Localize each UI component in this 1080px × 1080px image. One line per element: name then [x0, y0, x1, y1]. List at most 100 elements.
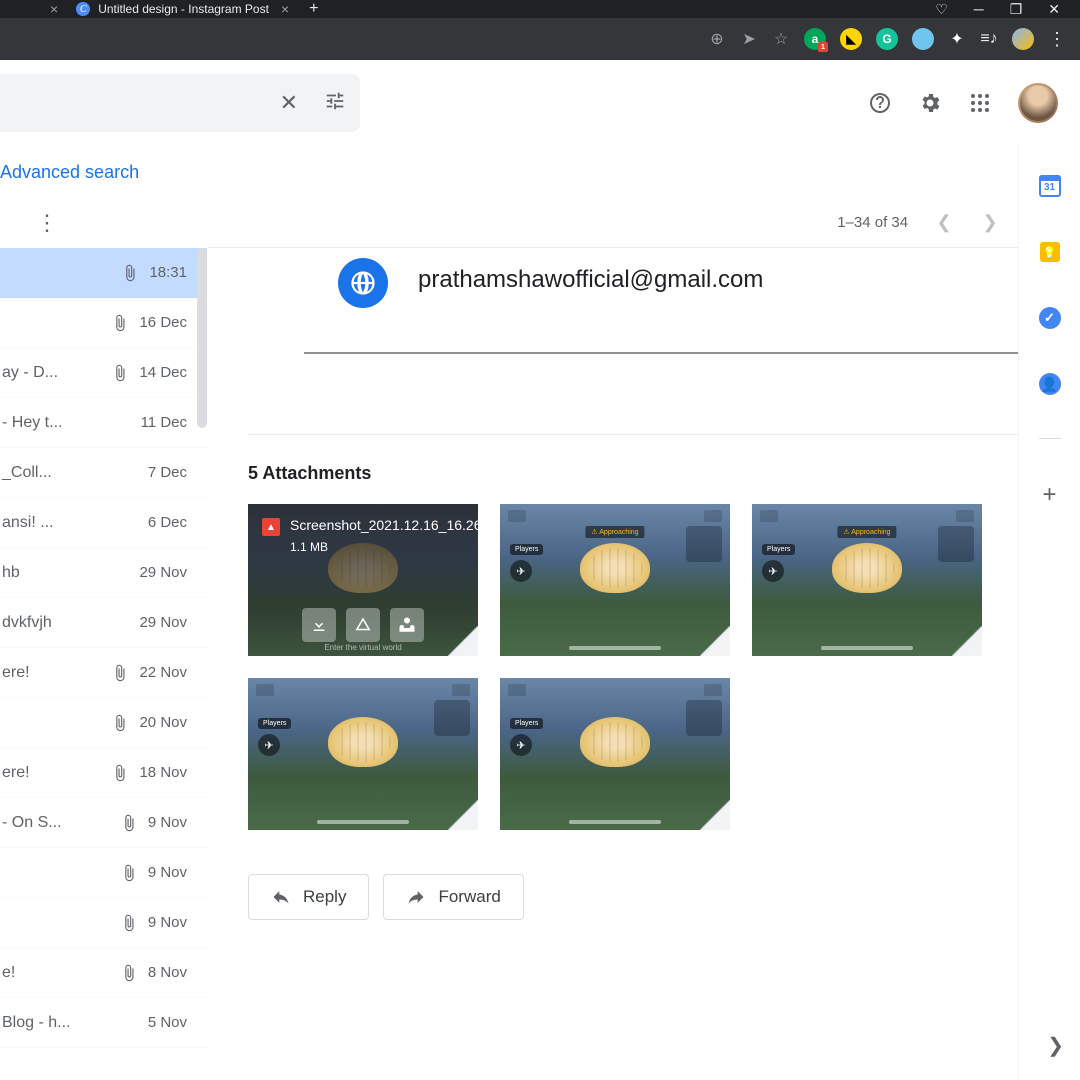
email-row[interactable]: Blog - h... 5 Nov: [0, 998, 207, 1048]
advanced-search-link[interactable]: Advanced search: [0, 146, 1080, 198]
email-date: 5 Nov: [148, 1014, 187, 1031]
media-control-icon[interactable]: ≡♪: [980, 30, 998, 48]
email-date: 16 Dec: [139, 314, 187, 331]
clear-search-icon[interactable]: ✕: [280, 90, 298, 116]
email-row[interactable]: ansi! ...6 Dec: [0, 498, 207, 548]
tab-close-icon[interactable]: ×: [50, 1, 58, 17]
browser-menu-icon[interactable]: ⋮: [1048, 29, 1066, 50]
attachment-thumbnail[interactable]: Players✈: [500, 678, 730, 830]
attachment-hover-overlay: ▲ Screenshot_2021.12.16_16.26.28.856.png…: [248, 504, 478, 656]
account-avatar[interactable]: [1018, 83, 1058, 123]
zoom-icon[interactable]: ⊕: [708, 30, 726, 48]
email-date: 8 Nov: [148, 964, 187, 981]
email-date: 18:31: [149, 264, 187, 281]
email-snippet: - Hey t...: [0, 414, 131, 432]
email-row[interactable]: 20 Nov: [0, 698, 207, 748]
email-date: 9 Nov: [148, 814, 187, 831]
tab-title[interactable]: Untitled design - Instagram Post: [98, 2, 269, 16]
email-snippet: Blog - h...: [0, 1014, 138, 1032]
attachment-icon: [111, 764, 129, 782]
email-snippet: dvkfvjh: [0, 614, 129, 632]
help-icon[interactable]: [868, 91, 892, 115]
send-icon[interactable]: ➤: [740, 30, 758, 48]
email-row[interactable]: 9 Nov: [0, 848, 207, 898]
extensions-puzzle-icon[interactable]: ✦: [948, 30, 966, 48]
sender-globe-icon: [338, 258, 388, 308]
edit-photo-button[interactable]: [390, 608, 424, 642]
reply-button[interactable]: Reply: [248, 874, 369, 920]
canva-favicon-icon: C: [76, 2, 90, 16]
divider: [1039, 438, 1061, 439]
search-options-icon[interactable]: [324, 90, 346, 117]
email-row[interactable]: dvkfvjh29 Nov: [0, 598, 207, 648]
browser-profile-avatar[interactable]: [1012, 28, 1034, 50]
email-row[interactable]: e!8 Nov: [0, 948, 207, 998]
more-menu-icon[interactable]: ⋮: [36, 210, 58, 236]
email-date: 29 Nov: [139, 564, 187, 581]
add-addon-icon[interactable]: +: [1042, 481, 1056, 509]
email-row[interactable]: 16 Dec: [0, 298, 207, 348]
apps-grid-icon[interactable]: [968, 91, 992, 115]
collapse-panel-icon[interactable]: ❯: [1047, 1033, 1064, 1058]
attachment-icon: [120, 964, 138, 982]
email-row[interactable]: hb29 Nov: [0, 548, 207, 598]
email-snippet: ay - D...: [0, 364, 101, 382]
reading-pane: 1–34 of 34 ❮ ❯ ▼ prathamshawofficial@gma…: [208, 198, 1080, 1080]
close-window-icon[interactable]: ✕: [1048, 1, 1060, 18]
email-date: 18 Nov: [139, 764, 187, 781]
forward-button[interactable]: Forward: [383, 874, 523, 920]
email-row[interactable]: ay - D...14 Dec: [0, 348, 207, 398]
minimize-icon[interactable]: ─: [974, 1, 984, 18]
email-snippet: _Coll...: [0, 464, 138, 482]
next-page-icon[interactable]: ❯: [980, 213, 1000, 233]
email-row[interactable]: 9 Nov: [0, 898, 207, 948]
save-to-drive-button[interactable]: [346, 608, 380, 642]
settings-gear-icon[interactable]: [918, 91, 942, 115]
list-scrollbar[interactable]: [197, 248, 207, 428]
email-row[interactable]: 18:31: [0, 248, 207, 298]
email-snippet: ansi! ...: [0, 514, 138, 532]
bookmark-star-icon[interactable]: ☆: [772, 30, 790, 48]
email-date: 11 Dec: [141, 414, 187, 431]
extension-icon[interactable]: ◣: [840, 28, 862, 50]
extension-grammarly-icon[interactable]: G: [876, 28, 898, 50]
attachment-icon: [111, 714, 129, 732]
keep-icon[interactable]: [1038, 240, 1062, 264]
calendar-icon[interactable]: 31: [1038, 174, 1062, 198]
email-row[interactable]: ere!18 Nov: [0, 748, 207, 798]
page-counter: 1–34 of 34: [837, 214, 908, 231]
download-attachment-button[interactable]: [302, 608, 336, 642]
attachment-icon: [120, 864, 138, 882]
attachment-thumbnail[interactable]: Players✈: [248, 678, 478, 830]
contacts-icon[interactable]: 👤: [1038, 372, 1062, 396]
email-row[interactable]: - On S... 9 Nov: [0, 798, 207, 848]
extension-icon[interactable]: [912, 28, 934, 50]
extension-amazon-icon[interactable]: a1: [804, 28, 826, 50]
attachment-icon: [120, 814, 138, 832]
attachment-filesize: 1.1 MB: [290, 540, 464, 554]
attachment-icon: [121, 264, 139, 282]
attachment-thumbnail[interactable]: ApproachingPlayers✈: [500, 504, 730, 656]
attachment-thumbnail[interactable]: ▲ Screenshot_2021.12.16_16.26.28.856.png…: [248, 504, 478, 656]
attachment-icon: [111, 664, 129, 682]
attachment-filename: Screenshot_2021.12.16_16.26.28.856.png: [290, 516, 478, 534]
email-row[interactable]: ere!22 Nov: [0, 648, 207, 698]
email-row[interactable]: _Coll... 7 Dec: [0, 448, 207, 498]
window-controls: ♡ ─ ❐ ✕: [935, 1, 1080, 18]
attachment-thumbnail[interactable]: ApproachingPlayers✈: [752, 504, 982, 656]
prev-page-icon[interactable]: ❮: [934, 213, 954, 233]
email-date: 9 Nov: [148, 864, 187, 881]
email-list: ⋮ 18:31 16 Dec ay - D...14 Dec - Hey t... 11…: [0, 198, 208, 1080]
email-snippet: - On S...: [0, 814, 110, 832]
tab-close-icon[interactable]: ×: [281, 1, 289, 17]
new-tab-button[interactable]: +: [309, 0, 318, 18]
divider: [304, 352, 1032, 354]
heart-icon[interactable]: ♡: [935, 1, 948, 18]
maximize-icon[interactable]: ❐: [1010, 1, 1023, 18]
email-date: 7 Dec: [148, 464, 187, 481]
tasks-icon[interactable]: ✓: [1038, 306, 1062, 330]
attachment-icon: [120, 914, 138, 932]
email-row[interactable]: - Hey t... 11 Dec: [0, 398, 207, 448]
search-bar[interactable]: ✕: [0, 74, 360, 132]
attachments-grid: ▲ Screenshot_2021.12.16_16.26.28.856.png…: [248, 504, 1040, 830]
